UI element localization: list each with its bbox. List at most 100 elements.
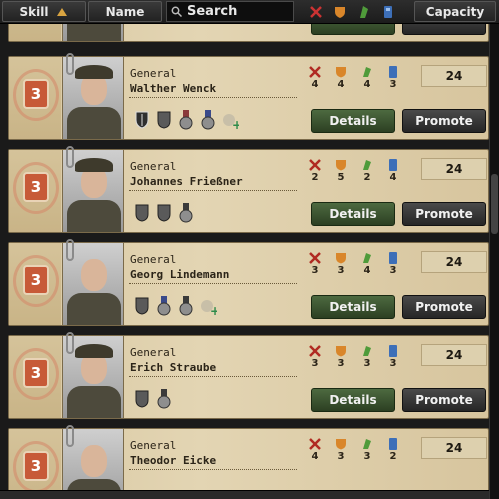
planning-value: 2 [363,172,371,183]
sort-logistics-button[interactable] [378,2,398,21]
sort-attack-button[interactable] [306,2,326,21]
badge-trait-icon[interactable] [133,202,151,224]
attack-stat: 4 [305,66,325,90]
details-button[interactable]: Details [311,109,395,133]
search-input[interactable]: Search [166,1,294,22]
promote-button[interactable]: Promote [402,388,486,412]
sort-planning-button[interactable] [354,2,374,21]
sort-name-label: Name [105,4,145,19]
details-button[interactable]: Details [311,295,395,319]
general-card[interactable]: 3 General Theodor Eicke 4 3 3 2 24 [8,425,489,499]
general-card[interactable]: 3 General Walther Wenck + 4 4 4 3 24 Det… [8,53,489,140]
sort-capacity-button[interactable]: Capacity [414,1,496,22]
general-card-partial[interactable] [8,24,489,42]
skill-level-badge: 3 [23,172,49,202]
skill-level-badge: 3 [23,451,49,481]
stat-block: 2 5 2 4 [305,159,403,183]
logistics-fuel-icon [389,252,397,264]
planning-map-icon [363,439,371,449]
logistics-fuel-icon [389,159,397,171]
attack-value: 2 [311,172,319,183]
paperclip-icon [66,53,74,75]
defense-stat: 3 [331,345,351,369]
badge-trait-icon[interactable] [133,388,151,410]
logistics-stat: 4 [383,159,403,183]
general-name: Theodor Eicke [130,454,217,467]
defense-shield-icon [335,6,345,18]
attack-stat: 4 [305,438,325,462]
medal-trait-icon[interactable] [155,388,173,410]
logistics-fuel-icon [389,345,397,357]
badge-trait-icon[interactable] [133,295,151,317]
capacity-value: 24 [421,65,487,87]
logistics-stat: 2 [383,438,403,462]
trait-list [133,202,195,224]
sort-ascending-icon [57,7,68,16]
shield-trait-icon[interactable] [133,109,151,131]
defense-stat: 3 [331,252,351,276]
attack-swords-icon [309,159,321,171]
scroll-thumb[interactable] [491,174,498,234]
sort-defense-button[interactable] [330,2,350,21]
medal-trait-icon[interactable] [177,202,195,224]
promote-button-partial[interactable] [402,24,486,35]
logistics-stat: 3 [383,252,403,276]
defense-stat: 4 [331,66,351,90]
logistics-fuel-icon [384,5,392,18]
planning-stat: 3 [357,345,377,369]
capacity-value: 24 [421,251,487,273]
sort-skill-button[interactable]: Skill [2,1,86,22]
general-card[interactable]: 3 General Erich Straube 3 3 3 3 24 Detai… [8,332,489,419]
medal-trait-icon[interactable] [177,295,195,317]
toolbar: Skill Name Search Capacity [0,0,499,24]
attack-value: 3 [311,265,319,276]
promote-button[interactable]: Promote [402,295,486,319]
divider [129,97,297,98]
scrollbar[interactable] [489,24,499,499]
planning-stat: 3 [357,438,377,462]
general-rank-title: General [130,160,177,173]
logistics-value: 3 [389,358,397,369]
sort-capacity-label: Capacity [425,4,485,19]
general-card[interactable]: 3 General Georg Lindemann + 3 3 4 3 24 D… [8,239,489,326]
attack-swords-icon [309,66,321,78]
sort-name-button[interactable]: Name [88,1,162,22]
search-placeholder: Search [187,4,238,19]
defense-value: 3 [337,451,345,462]
details-button[interactable]: Details [311,202,395,226]
badge-trait-icon[interactable] [155,202,173,224]
stat-block: 3 3 4 3 [305,252,403,276]
svg-text:+: + [232,118,239,130]
general-rank-title: General [130,67,177,80]
medal-trait-icon[interactable] [155,295,173,317]
logistics-stat: 3 [383,345,403,369]
medal-trait-icon[interactable] [199,109,217,131]
logistics-fuel-icon [389,438,397,450]
general-card[interactable]: 3 General Johannes Frießner 2 5 2 4 24 D… [8,146,489,233]
promote-button[interactable]: Promote [402,202,486,226]
medal-trait-icon[interactable] [177,109,195,131]
general-portrait [62,24,124,41]
promote-button[interactable]: Promote [402,109,486,133]
attack-stat: 2 [305,159,325,183]
trait-list: + [133,295,217,317]
rank-panel: 3 [9,57,61,139]
planning-stat: 2 [357,159,377,183]
locked-trait-icon[interactable]: + [221,109,239,131]
details-button-partial[interactable] [311,24,395,35]
locked-trait-icon[interactable]: + [199,295,217,317]
attack-swords-icon [309,438,321,450]
planning-stat: 4 [357,252,377,276]
attack-swords-icon [310,5,322,18]
details-button[interactable]: Details [311,388,395,412]
defense-value: 5 [337,172,345,183]
skill-level-badge: 3 [23,79,49,109]
stat-block: 4 4 4 3 [305,66,403,90]
defense-shield-icon [336,439,346,450]
paperclip-icon [66,239,74,261]
defense-stat: 3 [331,438,351,462]
attack-stat: 3 [305,345,325,369]
paperclip-icon [66,146,74,168]
planning-value: 4 [363,265,371,276]
badge-trait-icon[interactable] [155,109,173,131]
